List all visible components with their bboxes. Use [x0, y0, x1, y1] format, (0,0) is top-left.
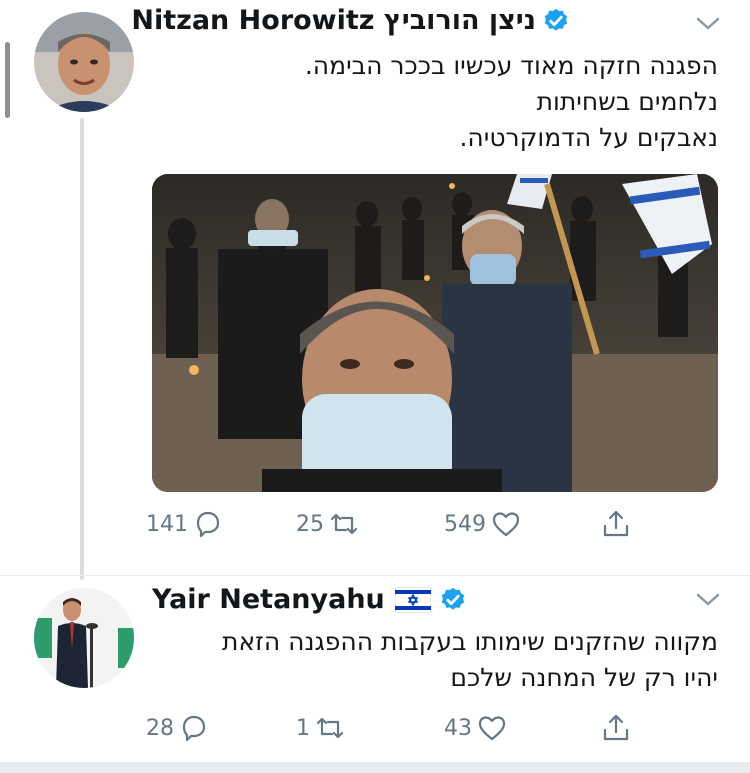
reply-button[interactable]: 141 — [146, 508, 224, 540]
share-button[interactable] — [600, 508, 632, 540]
reply-button[interactable]: 28 — [146, 712, 210, 744]
heart-icon — [492, 512, 520, 537]
share-icon — [603, 510, 629, 537]
share-button[interactable] — [600, 712, 632, 744]
israel-flag-icon — [394, 586, 431, 613]
like-count: 549 — [444, 511, 486, 537]
tweet-text: הפגנה חזקה מאוד עכשיו בככר הבימה. נלחמים… — [305, 48, 718, 156]
heart-icon — [478, 716, 506, 741]
retweet-count: 25 — [296, 511, 324, 537]
tweet-text-line: הפגנה חזקה מאוד עכשיו בככר הבימה. — [304, 51, 718, 80]
like-button[interactable]: 549 — [444, 508, 522, 540]
retweet-button[interactable]: 1 — [296, 712, 346, 744]
reply-icon — [196, 511, 220, 538]
protest-selfie-image — [152, 174, 718, 492]
retweet-count: 1 — [296, 715, 310, 741]
bottom-divider — [0, 762, 750, 773]
share-icon — [603, 714, 629, 741]
tweet-text-line: נלחמים בשחיתות — [536, 87, 718, 116]
tweet-text-line: נאבקים על הדמוקרטיה. — [459, 123, 718, 152]
tweet-text-line: מקווה שהזקנים שימותו בעקבות ההפגנה הזאת — [222, 627, 718, 656]
like-button[interactable]: 43 — [444, 712, 508, 744]
author-name-row: Nitzan Horowitz ניצן הורוביץ — [131, 5, 570, 36]
reply-icon — [182, 715, 206, 742]
author-name[interactable]: Yair Netanyahu — [152, 584, 385, 615]
reply-count: 141 — [146, 511, 188, 537]
retweet-icon — [316, 717, 344, 739]
tweet-separator — [0, 575, 750, 576]
like-count: 43 — [444, 715, 472, 741]
retweet-icon — [330, 513, 358, 535]
avatar-photo — [34, 588, 134, 688]
tweet-text-line: יהיו רק של המחנה שלכם — [450, 663, 718, 692]
avatar[interactable] — [34, 588, 134, 688]
avatar[interactable] — [34, 12, 134, 112]
chevron-down-icon[interactable] — [695, 16, 721, 32]
tweet-text: מקווה שהזקנים שימותו בעקבות ההפגנה הזאת … — [222, 624, 718, 696]
scroll-indicator — [5, 42, 10, 118]
retweet-button[interactable]: 25 — [296, 508, 360, 540]
verified-badge-icon — [544, 8, 568, 31]
author-name[interactable]: Nitzan Horowitz ניצן הורוביץ — [131, 5, 536, 36]
thread-connector-line — [80, 118, 84, 580]
verified-badge-icon — [441, 587, 464, 610]
reply-count: 28 — [146, 715, 174, 741]
author-name-row: Yair Netanyahu — [152, 584, 467, 615]
chevron-down-icon[interactable] — [695, 592, 721, 608]
tweet-photo[interactable] — [152, 174, 718, 492]
avatar-photo — [34, 12, 134, 112]
